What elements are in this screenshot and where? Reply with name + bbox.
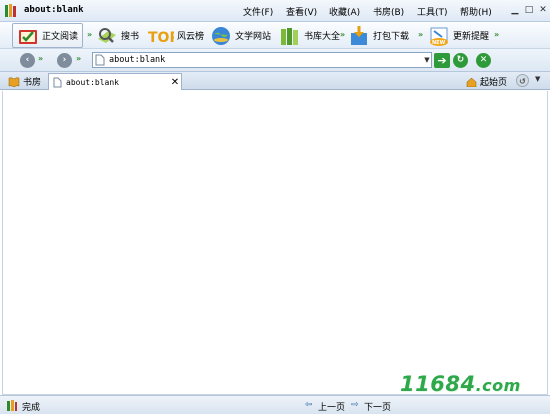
app-logo-icon: [7, 400, 17, 411]
watermark-main: 11684: [400, 372, 476, 396]
library-button[interactable]: 书库大全: [279, 23, 340, 48]
study-tab[interactable]: 书房: [8, 75, 41, 88]
menu-view[interactable]: 查看(V): [286, 5, 317, 18]
back-icon[interactable]: ‹: [20, 53, 35, 68]
tab-about-blank[interactable]: about:blank ✕: [48, 73, 182, 90]
address-text[interactable]: about:blank: [109, 55, 165, 65]
menu-favorites[interactable]: 收藏(A): [329, 5, 360, 18]
update-reminder-label: 更新提醒: [453, 32, 490, 42]
page-icon: [53, 77, 62, 87]
home-icon: [466, 77, 477, 87]
tab-title: about:blank: [66, 77, 119, 87]
top-ranking-icon: TOP: [148, 30, 174, 46]
library-label: 书库大全: [304, 32, 341, 42]
back-dropdown-icon[interactable]: »: [38, 54, 43, 63]
menu-file[interactable]: 文件(F): [243, 5, 273, 18]
reading-label: 正文阅读: [42, 32, 79, 42]
home-page-label: 起始页: [480, 78, 508, 88]
home-page-button[interactable]: 起始页: [466, 75, 507, 88]
globe-icon: [212, 26, 230, 45]
app-logo-icon: [5, 4, 16, 17]
minimize-button[interactable]: ▁: [508, 4, 522, 17]
literature-sites-button[interactable]: 文学网站: [210, 23, 271, 48]
new-update-icon: NEW: [430, 27, 448, 46]
prev-page-icon[interactable]: ⇦: [305, 400, 313, 410]
reading-dropdown-icon[interactable]: »: [87, 30, 92, 39]
forward-dropdown-icon[interactable]: »: [76, 54, 81, 63]
book-check-icon: [19, 29, 37, 44]
literature-sites-label: 文学网站: [235, 32, 272, 42]
books-icon: [281, 27, 298, 45]
stop-icon[interactable]: ✕: [476, 53, 491, 68]
close-tab-icon[interactable]: ✕: [169, 77, 181, 88]
window-title: about:blank: [24, 5, 84, 15]
tab-list-dropdown-icon[interactable]: ▼: [535, 75, 540, 83]
package-download-button[interactable]: 打包下载: [348, 23, 409, 48]
status-text: 完成: [22, 403, 41, 413]
go-icon[interactable]: ➔: [434, 53, 450, 68]
status-bar: 完成 ⇦ 上一页 ⇨ 下一页: [0, 395, 550, 414]
ranking-button[interactable]: TOP 风云榜: [148, 23, 204, 48]
navigation-bar: ‹ » › » about:blank ▼ ➔ ↻ ✕: [0, 49, 550, 72]
prev-page-button[interactable]: 上一页: [318, 400, 345, 413]
library-dropdown-icon[interactable]: »: [340, 30, 345, 39]
next-page-icon[interactable]: ⇨: [351, 400, 359, 410]
tab-history-icon[interactable]: ↺: [516, 74, 529, 87]
refresh-icon[interactable]: ↻: [453, 53, 468, 68]
main-toolbar: 正文阅读 » 搜书 TOP 风云榜 文学网站 书库大全 »: [0, 22, 550, 49]
search-books-label: 搜书: [121, 32, 140, 42]
update-reminder-button[interactable]: NEW 更新提醒: [428, 23, 489, 48]
address-dropdown-icon[interactable]: ▼: [422, 53, 432, 67]
download-dropdown-icon[interactable]: »: [418, 30, 423, 39]
study-tab-label: 书房: [23, 78, 42, 88]
next-page-button[interactable]: 下一页: [364, 400, 391, 413]
watermark-domain: .com: [475, 376, 521, 395]
menu-study[interactable]: 书房(B): [373, 5, 404, 18]
reading-button[interactable]: 正文阅读: [12, 23, 84, 48]
download-books-icon: [351, 25, 367, 45]
tab-strip: 书房 about:blank ✕ 起始页 ↺ ▼: [0, 72, 550, 90]
menu-tools[interactable]: 工具(T): [417, 5, 448, 18]
svg-text:TOP: TOP: [148, 30, 174, 46]
page-content[interactable]: [2, 91, 548, 395]
open-book-icon: [8, 77, 20, 87]
menu-help[interactable]: 帮助(H): [460, 5, 492, 18]
page-icon: [95, 54, 105, 66]
ranking-label: 风云榜: [177, 32, 205, 42]
title-menu-bar: about:blank 文件(F) 查看(V) 收藏(A) 书房(B) 工具(T…: [0, 0, 550, 22]
search-books-button[interactable]: 搜书: [96, 23, 139, 48]
package-download-label: 打包下载: [373, 32, 410, 42]
svg-text:NEW: NEW: [432, 40, 446, 46]
close-window-button[interactable]: ✕: [536, 4, 550, 17]
search-book-icon: [98, 27, 116, 43]
maximize-button[interactable]: □: [522, 4, 536, 17]
forward-icon[interactable]: ›: [57, 53, 72, 68]
address-field[interactable]: about:blank: [92, 52, 432, 68]
watermark: 11684.com: [400, 372, 521, 396]
update-dropdown-icon[interactable]: »: [494, 30, 499, 39]
